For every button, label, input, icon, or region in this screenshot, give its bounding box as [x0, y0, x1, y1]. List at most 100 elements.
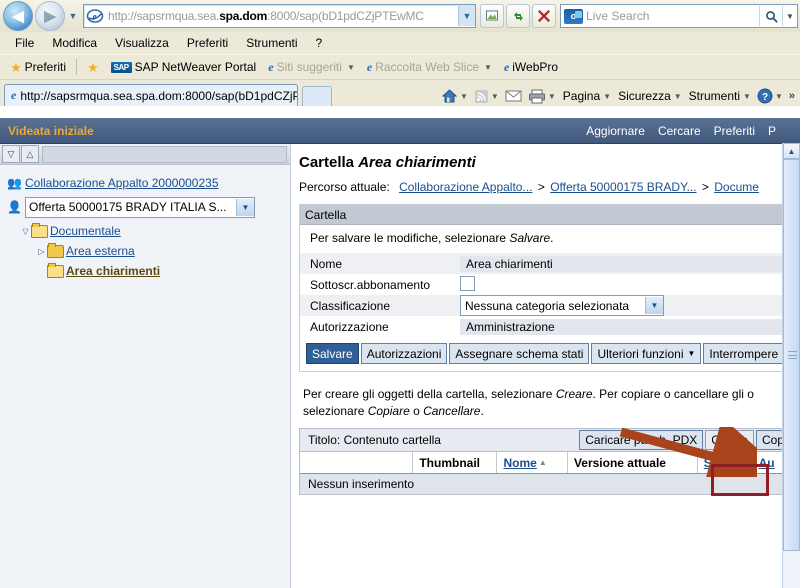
column-header-autore-link[interactable]: Au — [759, 456, 775, 470]
sap-body: ▽ △ 👥 Collaborazione Appalto 2000000235 … — [0, 144, 800, 588]
user-icon: 👤 — [7, 200, 22, 214]
column-header-stato[interactable]: Stato — [698, 452, 753, 473]
field-value-cell: Amministrazione — [460, 316, 790, 337]
menu-item-modifica[interactable]: Modifica — [43, 34, 106, 52]
forward-button[interactable]: ▶ — [35, 1, 65, 31]
chevron-down-icon[interactable]: ▼ — [236, 198, 254, 216]
new-tab-button[interactable] — [302, 86, 332, 106]
page-menu-label: Pagina — [562, 89, 601, 103]
chevron-down-icon[interactable]: ▼ — [460, 92, 468, 101]
expander-icon[interactable]: ▷ — [36, 247, 47, 256]
chevron-down-icon[interactable]: ▼ — [347, 63, 355, 72]
page-scrollbar[interactable]: ▲ — [782, 143, 800, 588]
favorite-iwebpro[interactable]: e iWebPro — [498, 59, 564, 76]
sort-ascending-icon: ▲ — [538, 458, 547, 467]
chevron-down-icon[interactable]: ▼ — [484, 63, 492, 72]
chevron-down-icon[interactable]: ▼ — [491, 92, 499, 101]
tree-node-area-chiarimenti[interactable]: Area chiarimenti — [6, 261, 290, 281]
header-link-personalizzare[interactable]: P — [768, 124, 776, 138]
tree-root-node[interactable]: 👥 Collaborazione Appalto 2000000235 — [6, 173, 290, 193]
create-button[interactable]: Creare — [705, 430, 754, 450]
authorizations-button[interactable]: Autorizzazioni — [360, 343, 448, 364]
folder-form: Nome Area chiarimenti Sottoscr.abbonamen… — [300, 253, 790, 337]
collapse-all-icon[interactable]: ▽ — [2, 145, 20, 163]
browser-tab[interactable]: e http://sapsrmqua.sea.spa.dom:8000/sap(… — [4, 84, 298, 106]
tree-node-label[interactable]: Documentale — [50, 224, 121, 238]
assign-status-scheme-button[interactable]: Assegnare schema stati — [449, 343, 590, 364]
chevron-down-icon[interactable]: ▼ — [775, 92, 783, 101]
help-icon[interactable]: ? ▼ — [754, 88, 786, 104]
back-button[interactable]: ◀ — [3, 1, 33, 31]
live-search-logo-icon: o — [564, 8, 583, 24]
compatibility-view-icon[interactable] — [480, 4, 504, 28]
stop-icon[interactable] — [532, 4, 556, 28]
menu-item-file[interactable]: File — [6, 34, 43, 52]
expander-icon[interactable]: ▽ — [20, 227, 31, 236]
menu-item-strumenti[interactable]: Strumenti — [237, 34, 306, 52]
print-icon[interactable]: ▼ — [525, 89, 559, 104]
tree-root-label[interactable]: Collaborazione Appalto 2000000235 — [25, 176, 219, 190]
column-header-stato-link[interactable]: Stato — [704, 456, 734, 470]
header-link-cercare[interactable]: Cercare — [658, 124, 701, 138]
scrollbar-thumb[interactable] — [783, 159, 800, 551]
cancel-button[interactable]: Interrompere — [703, 343, 785, 364]
security-menu[interactable]: Sicurezza ▼ — [614, 89, 685, 103]
favorite-raccolta-web-slice[interactable]: e Raccolta Web Slice ▼ — [361, 59, 498, 76]
chevron-down-icon[interactable]: ▼ — [548, 92, 556, 101]
column-header-nome-link[interactable]: Nome — [503, 456, 536, 470]
folder-icon — [47, 242, 64, 259]
breadcrumb-item-0[interactable]: Collaborazione Appalto... — [399, 180, 532, 194]
tree-offerta-node[interactable]: 👤 Offerta 50000175 BRADY ITALIA S... ▼ — [6, 195, 290, 219]
header-link-aggiornare[interactable]: Aggiornare — [586, 124, 645, 138]
content-table: Titolo: Contenuto cartella Caricare pacc… — [299, 428, 793, 495]
header-link-preferiti[interactable]: Preferiti — [714, 124, 755, 138]
menu-item-help[interactable]: ? — [307, 34, 332, 52]
page-menu[interactable]: Pagina ▼ — [559, 89, 614, 103]
menu-item-preferiti[interactable]: Preferiti — [178, 34, 237, 52]
menu-item-visualizza[interactable]: Visualizza — [106, 34, 178, 52]
column-header-nome[interactable]: Nome ▲ — [497, 452, 568, 473]
add-to-favorites-icon[interactable]: ★ — [81, 60, 105, 75]
breadcrumb-label: Percorso attuale: — [299, 180, 390, 194]
sottoscrizione-checkbox[interactable] — [460, 275, 475, 291]
feeds-icon[interactable]: ▼ — [471, 89, 502, 104]
tree-node-label[interactable]: Area esterna — [66, 244, 135, 258]
refresh-icon[interactable] — [506, 4, 530, 28]
favorite-sap-netweaver-portal[interactable]: SAP SAP NetWeaver Portal — [105, 59, 263, 75]
vertical-scrollbar-track[interactable]: ▲ — [782, 143, 800, 588]
offerta-select[interactable]: Offerta 50000175 BRADY ITALIA S... ▼ — [25, 196, 255, 218]
upload-pdx-button[interactable]: Caricare pacch. PDX — [579, 430, 704, 450]
home-icon[interactable]: ▼ — [438, 88, 471, 104]
chevron-down-icon[interactable]: ▼ — [674, 92, 682, 101]
scroll-up-button[interactable]: ▲ — [783, 143, 800, 159]
tree-node-area-esterna[interactable]: ▷ Area esterna — [6, 241, 290, 261]
field-label: Classificazione — [310, 298, 391, 313]
address-dropdown-icon[interactable]: ▼ — [458, 6, 475, 26]
tree-node-label[interactable]: Area chiarimenti — [66, 264, 160, 278]
panel-note-post: . — [550, 231, 554, 245]
search-dropdown-icon[interactable]: ▼ — [782, 6, 797, 26]
overflow-chevron-icon[interactable]: » — [786, 90, 798, 102]
search-icon[interactable] — [759, 6, 782, 26]
chevron-down-icon[interactable]: ▼ — [645, 297, 663, 314]
browser-navigation-bar: ◀ ▶ ▼ e http://sapsrmqua.sea.spa.dom:800… — [0, 0, 800, 32]
breadcrumb-item-2[interactable]: Docume — [714, 180, 759, 194]
navigation-tree: 👥 Collaborazione Appalto 2000000235 👤 Of… — [0, 165, 290, 281]
breadcrumb-item-1[interactable]: Offerta 50000175 BRADY... — [550, 180, 696, 194]
chevron-down-icon[interactable]: ▼ — [603, 92, 611, 101]
table-header-row: Thumbnail Nome ▲ Versione attuale Stato … — [300, 452, 792, 474]
save-button[interactable]: Salvare — [306, 343, 359, 364]
expand-all-icon[interactable]: △ — [21, 145, 39, 163]
chevron-down-icon[interactable]: ▼ — [743, 92, 751, 101]
history-dropdown-icon[interactable]: ▼ — [66, 3, 80, 29]
classificazione-select[interactable]: Nessuna categoria selezionata ▼ — [460, 295, 664, 316]
favorite-siti-suggeriti[interactable]: e Siti suggeriti ▼ — [262, 59, 361, 76]
search-box[interactable]: o Live Search ▼ — [560, 4, 798, 28]
tree-node-documentale[interactable]: ▽ Documentale — [6, 221, 290, 241]
address-bar[interactable]: e http://sapsrmqua.sea.spa.dom:8000/sap(… — [83, 4, 476, 28]
favorites-button[interactable]: ★ Preferiti — [4, 59, 72, 75]
tools-menu[interactable]: Strumenti ▼ — [685, 89, 754, 103]
mail-icon[interactable] — [502, 89, 525, 103]
more-functions-button[interactable]: Ulteriori funzioni ▼ — [591, 343, 702, 364]
search-input[interactable]: Live Search — [586, 9, 759, 23]
